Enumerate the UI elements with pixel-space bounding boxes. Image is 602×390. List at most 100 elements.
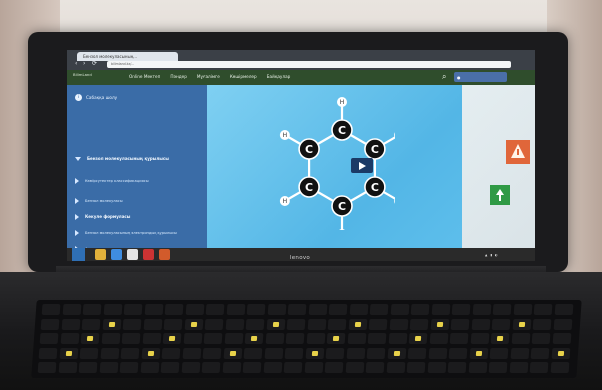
keyboard-key-sticker	[147, 350, 154, 356]
keyboard-key	[226, 304, 245, 315]
keyboard-key	[242, 362, 262, 373]
sidebar-item-label: Бензол молекуласының құрылысы	[87, 155, 169, 161]
keyboard-key	[122, 318, 142, 330]
keyboard-key	[183, 333, 202, 344]
keyboard-key	[533, 304, 553, 315]
user-button[interactable]: ●	[454, 72, 507, 82]
play-button[interactable]	[351, 158, 373, 173]
keyboard-key	[488, 362, 508, 373]
laptop-brand: lenovo	[289, 255, 311, 261]
keyboard-key-sticker	[229, 350, 236, 356]
hydrogen-label: H	[283, 132, 288, 139]
user-icon: ●	[457, 74, 461, 80]
keyboard-key	[532, 318, 552, 330]
keyboard-key	[39, 333, 59, 344]
keyboard-key	[222, 362, 241, 373]
keyboard-key	[509, 362, 528, 373]
keyboard-key	[263, 362, 282, 373]
keyboard-key	[120, 347, 140, 359]
keyboard-key	[346, 347, 365, 359]
keyboard-key	[60, 333, 79, 344]
keyboard-key	[328, 304, 348, 315]
keyboard-key	[554, 304, 573, 315]
keyboard-key-sticker	[354, 321, 361, 327]
keyboard-key	[101, 333, 120, 344]
keyboard-key	[121, 333, 141, 344]
play-small-icon	[75, 230, 79, 236]
keyboard-key	[224, 333, 243, 344]
sidebar-item[interactable]: Бензол молекуласы	[75, 194, 201, 208]
back-icon[interactable]: ‹	[75, 61, 81, 67]
keyboard-key	[119, 362, 139, 373]
keyboard-key	[283, 362, 303, 373]
keyboard-key	[287, 304, 307, 315]
chevron-down-icon	[75, 157, 81, 161]
keyboard-key	[265, 333, 284, 344]
keyboard-key	[246, 304, 266, 315]
keyboard-key	[365, 362, 385, 373]
keyboard-key	[472, 304, 491, 315]
tray-icon: ▮	[490, 252, 492, 257]
keyboard-key	[285, 333, 305, 344]
sidebar-item-label: Кекуле формуласы	[85, 213, 131, 219]
info-icon: i	[75, 93, 82, 101]
keyboard-key	[468, 362, 487, 373]
keyboard-key	[308, 304, 327, 315]
keyboard-key	[386, 362, 405, 373]
site-nav-item[interactable]: Online Мектеп	[129, 72, 160, 82]
keyboard-key	[368, 318, 388, 330]
sidebar-item-label: Бензол молекуласының электрондық құрылыс…	[85, 230, 177, 235]
tray-icon: ▲	[485, 252, 488, 257]
ie-icon[interactable]	[111, 249, 122, 260]
sidebar-header-label: Сабаққа шолу	[86, 94, 118, 100]
sidebar-item[interactable]: Көмірсутектер классификациясы	[75, 174, 201, 188]
keyboard-key	[510, 347, 529, 359]
arrow-up-stem	[499, 195, 501, 201]
keyboard-key	[325, 347, 345, 359]
folder-icon[interactable]	[95, 249, 106, 260]
keyboard-key	[471, 318, 490, 330]
sidebar-header[interactable]: i Сабаққа шолу	[75, 92, 117, 102]
keyboard-key-sticker	[311, 350, 318, 356]
keyboard-key	[185, 304, 204, 315]
tray-icon: ◐	[494, 252, 498, 257]
keyboard-key	[163, 318, 183, 330]
keyboard-key	[427, 362, 446, 373]
keyboard-key	[225, 318, 244, 330]
keyboard-key	[38, 347, 58, 359]
system-tray[interactable]: ▲ ▮ ◐	[485, 248, 498, 261]
scroll-up-button[interactable]	[490, 185, 510, 205]
start-button[interactable]	[72, 248, 85, 261]
keyboard-key	[144, 304, 163, 315]
reload-icon[interactable]: ⟳	[92, 61, 98, 67]
chrome-icon[interactable]	[127, 249, 138, 260]
keyboard-key	[552, 333, 571, 344]
keyboard-key	[389, 318, 408, 330]
sidebar-item[interactable]: Кекуле формуласы	[75, 210, 201, 224]
sidebar-item-label: Бензол молекуласы	[85, 198, 123, 203]
keyboard-key	[470, 333, 489, 344]
search-icon[interactable]: ⌕	[442, 72, 452, 82]
hydrogen-atom	[339, 229, 345, 230]
keyboard-key	[202, 347, 222, 359]
keyboard-key	[284, 347, 304, 359]
keyboard-key	[349, 304, 368, 315]
keyboard-key	[82, 304, 102, 315]
forward-icon[interactable]: ›	[83, 61, 89, 67]
site-nav-item[interactable]: Пәндер	[170, 72, 187, 82]
keyboard-key	[327, 318, 347, 330]
keyboard-key	[447, 362, 467, 373]
keyboard-key	[553, 318, 572, 330]
media-icon[interactable]	[143, 249, 154, 260]
app-icon[interactable]	[159, 249, 170, 260]
keyboard-key	[407, 347, 427, 359]
sidebar-item[interactable]: Бензол молекуласының құрылысы	[75, 152, 201, 166]
carbon-label: C	[338, 200, 346, 213]
warning-button[interactable]	[506, 140, 530, 164]
keyboard-key	[448, 347, 468, 359]
keyboard-key	[81, 318, 101, 330]
carbon-label: C	[305, 181, 313, 194]
sidebar-item[interactable]: Бензол молекуласының электрондық құрылыс…	[75, 226, 201, 240]
keyboard-key	[406, 362, 426, 373]
site-logo[interactable]: BilimLand	[73, 72, 95, 82]
